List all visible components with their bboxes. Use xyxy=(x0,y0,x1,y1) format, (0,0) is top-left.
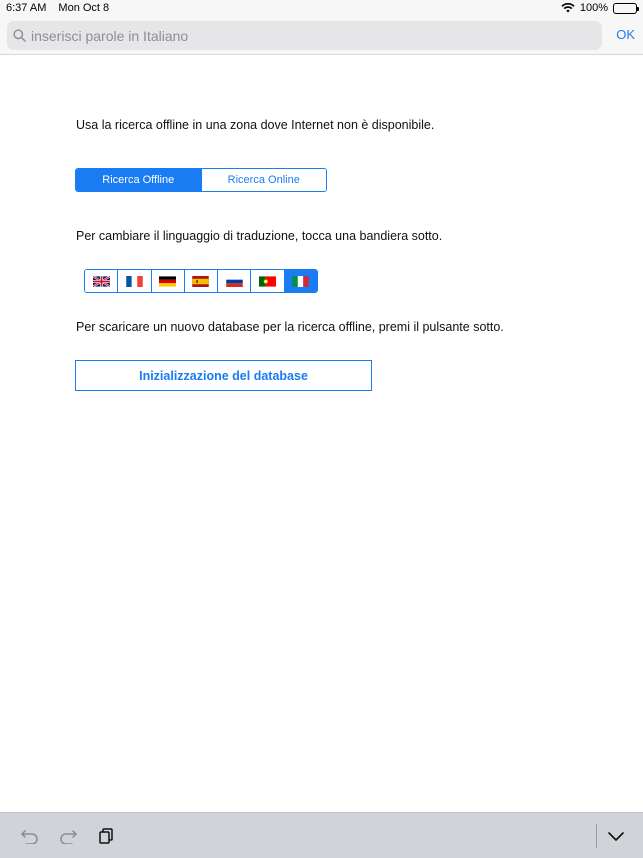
italy-flag-icon xyxy=(292,275,310,287)
wifi-icon xyxy=(561,3,575,13)
undo-button[interactable] xyxy=(19,825,41,847)
flag-button-english[interactable] xyxy=(85,270,119,292)
flag-button-spanish[interactable] xyxy=(184,270,219,292)
status-time: 6:37 AM xyxy=(6,2,47,14)
toolbar-divider xyxy=(596,824,597,848)
flag-button-italian[interactable] xyxy=(284,270,317,292)
flag-button-french[interactable] xyxy=(118,270,152,292)
language-flag-selector xyxy=(84,269,318,293)
flag-button-portuguese[interactable] xyxy=(251,270,285,292)
battery-icon xyxy=(613,2,639,14)
status-date: Mon Oct 8 xyxy=(58,2,110,14)
keyboard-shortcut-bar xyxy=(0,812,643,858)
battery-percent: 100% xyxy=(579,2,608,14)
flag-button-russian[interactable] xyxy=(218,270,252,292)
russia-flag-icon xyxy=(226,275,243,287)
search-icon xyxy=(13,29,26,42)
database-hint-text: Per scaricare un nuovo database per la r… xyxy=(76,320,504,334)
hide-keyboard-icon xyxy=(608,832,624,841)
search-mode-segmented-control: Ricerca Offline Ricerca Online xyxy=(75,168,327,192)
online-search-segment[interactable]: Ricerca Online xyxy=(200,169,326,191)
paste-button[interactable] xyxy=(95,825,117,847)
offline-hint-text: Usa la ricerca offline in una zona dove … xyxy=(76,118,435,132)
redo-icon xyxy=(60,830,77,844)
spain-flag-icon xyxy=(192,275,210,287)
france-flag-icon xyxy=(126,275,143,287)
paste-icon xyxy=(99,828,113,844)
redo-button[interactable] xyxy=(57,825,79,847)
initialize-database-button[interactable]: Inizializzazione del database xyxy=(75,360,372,391)
portugal-flag-icon xyxy=(259,275,277,287)
search-field[interactable] xyxy=(7,21,602,50)
undo-icon xyxy=(21,830,38,844)
status-bar: 6:37 AM Mon Oct 8 100% xyxy=(0,0,643,17)
offline-search-segment[interactable]: Ricerca Offline xyxy=(76,169,201,191)
flag-button-german[interactable] xyxy=(151,270,185,292)
search-header: OK xyxy=(0,17,643,55)
uk-flag-icon xyxy=(92,275,110,287)
germany-flag-icon xyxy=(159,275,177,287)
ok-button[interactable]: OK xyxy=(616,27,635,42)
hide-keyboard-button[interactable] xyxy=(605,825,627,847)
search-input[interactable] xyxy=(31,27,571,44)
language-hint-text: Per cambiare il linguaggio di traduzione… xyxy=(76,229,443,243)
